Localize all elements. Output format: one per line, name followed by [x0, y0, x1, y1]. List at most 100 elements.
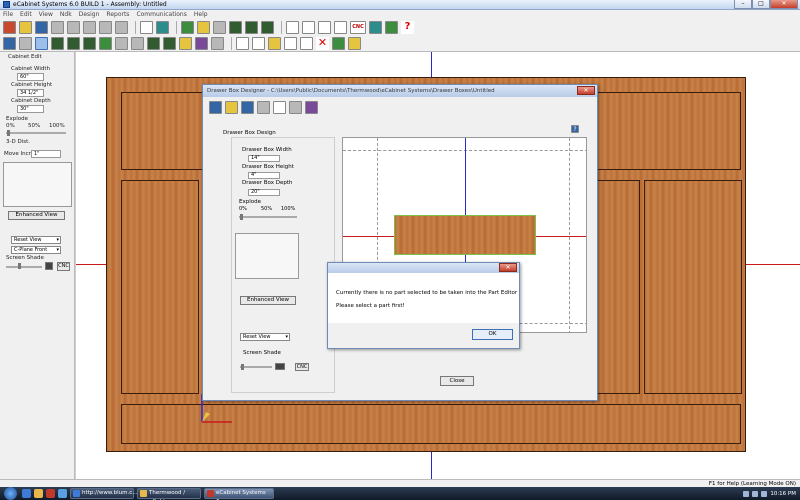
open-folder-icon[interactable]: [19, 21, 32, 34]
explorer-icon[interactable]: [34, 489, 43, 498]
message-close-button[interactable]: ✕: [499, 263, 517, 272]
print-icon[interactable]: [51, 21, 64, 34]
cnc-button[interactable]: CNC: [350, 21, 366, 34]
drawer-explode-slider[interactable]: [239, 216, 297, 218]
menu-ndk[interactable]: Ndk: [60, 11, 72, 18]
light-icon[interactable]: [197, 21, 210, 34]
zoom-icon[interactable]: [99, 21, 112, 34]
partition-icon[interactable]: [163, 37, 176, 50]
drawer-save-icon[interactable]: [241, 101, 254, 114]
cabinet-width-input[interactable]: 60": [17, 73, 44, 81]
flag-icon[interactable]: [761, 490, 768, 497]
start-button[interactable]: [4, 487, 17, 500]
drawer-enhanced-view-button[interactable]: Enhanced View: [240, 296, 296, 305]
shelf-icon[interactable]: [147, 37, 160, 50]
cnc-view-button[interactable]: CNC: [57, 262, 70, 271]
cplane-select[interactable]: C-Plane Front: [11, 246, 61, 254]
explode-slider-thumb[interactable]: [7, 130, 10, 136]
drawer-help-button[interactable]: ?: [571, 125, 579, 133]
home-icon[interactable]: [3, 21, 16, 34]
grid-icon[interactable]: [300, 37, 313, 50]
media-icon[interactable]: [46, 489, 55, 498]
back-icon[interactable]: [67, 21, 80, 34]
cutlist-icon[interactable]: [302, 21, 315, 34]
drawer-box-part[interactable]: [394, 215, 536, 255]
drawer-part-editor-icon[interactable]: [305, 101, 318, 114]
drawer-print-icon[interactable]: [257, 101, 270, 114]
report-icon[interactable]: [286, 21, 299, 34]
material-icon[interactable]: [181, 21, 194, 34]
move-incr-input[interactable]: 1": [31, 150, 61, 158]
desktop-icon[interactable]: [58, 489, 67, 498]
center-right-door-panel[interactable]: [596, 180, 640, 394]
drawer-new-icon[interactable]: [209, 101, 222, 114]
menu-reports[interactable]: Reports: [106, 11, 129, 18]
drawer-close-button[interactable]: Close: [440, 376, 474, 386]
message-ok-button[interactable]: OK: [472, 329, 513, 340]
network-icon[interactable]: [743, 490, 750, 497]
save-icon[interactable]: [35, 21, 48, 34]
cabinet-edit-icon[interactable]: [19, 37, 32, 50]
drawer-shade-thumb[interactable]: [241, 364, 244, 370]
dimension-icon[interactable]: [284, 37, 297, 50]
face-frame-icon[interactable]: [99, 37, 112, 50]
design-view-icon[interactable]: [3, 37, 16, 50]
drawer-dialog-close-button[interactable]: ✕: [577, 86, 595, 95]
menu-communications[interactable]: Communications: [136, 11, 186, 18]
menu-design[interactable]: Design: [79, 11, 100, 18]
edit-icon[interactable]: [213, 21, 226, 34]
transfer-icon[interactable]: [385, 21, 398, 34]
labels-icon[interactable]: [334, 21, 347, 34]
drawer-explode-thumb[interactable]: [240, 214, 243, 220]
calculator-icon[interactable]: [236, 37, 249, 50]
drawer-grid-icon[interactable]: [289, 101, 302, 114]
drawer-width-input[interactable]: 14": [248, 155, 280, 162]
reset-view-select[interactable]: Reset View: [11, 236, 61, 244]
left-door-panel[interactable]: [121, 180, 199, 394]
menu-edit[interactable]: Edit: [20, 11, 32, 18]
taskbar-item-thermwood[interactable]: Thermwood / eCabi...: [137, 488, 201, 500]
library-icon[interactable]: [140, 21, 153, 34]
maximize-button[interactable]: □: [752, 0, 770, 9]
drawer-cnc-button[interactable]: CNC: [295, 363, 309, 371]
help-icon[interactable]: ?: [401, 21, 414, 34]
cabinet-depth-input[interactable]: 30": [17, 105, 44, 113]
drawer-reset-view-select[interactable]: Reset View: [240, 333, 290, 341]
ie-icon[interactable]: [22, 489, 31, 498]
toe-kick-icon[interactable]: [211, 37, 224, 50]
pointer-icon[interactable]: [268, 37, 281, 50]
cabinet-height-input[interactable]: 34 1/2": [17, 89, 44, 97]
cabinet-list-icon[interactable]: [245, 21, 258, 34]
wall-cabinet-icon[interactable]: [67, 37, 80, 50]
explode-slider[interactable]: [6, 132, 66, 134]
refresh-icon[interactable]: [115, 21, 128, 34]
tall-cabinet-icon[interactable]: [83, 37, 96, 50]
menu-help[interactable]: Help: [194, 11, 208, 18]
undo-icon[interactable]: [156, 21, 169, 34]
taskbar-item-blum[interactable]: http://www.blum.c...: [70, 488, 137, 499]
monitor-icon[interactable]: [369, 21, 382, 34]
menu-file[interactable]: File: [3, 11, 13, 18]
door-icon[interactable]: [115, 37, 128, 50]
drawer-shade-slider[interactable]: [240, 366, 272, 368]
enhanced-view-button[interactable]: Enhanced View: [8, 211, 65, 220]
hardware-icon[interactable]: [179, 37, 192, 50]
base-cabinet-icon[interactable]: [51, 37, 64, 50]
taskbar-item-ecabinet[interactable]: eCabinet Systems 6...: [204, 488, 274, 500]
assembly-icon[interactable]: [261, 21, 274, 34]
drawer-height-input[interactable]: 4": [248, 172, 280, 179]
menu-view[interactable]: View: [39, 11, 53, 18]
table-icon[interactable]: [348, 37, 361, 50]
drawer-depth-input[interactable]: 20": [248, 189, 280, 196]
right-door-panel[interactable]: [644, 180, 742, 394]
screen-shade-slider[interactable]: [6, 266, 42, 268]
shade-color-swatch[interactable]: [45, 262, 53, 270]
cabinet-icon[interactable]: [229, 21, 242, 34]
volume-icon[interactable]: [752, 490, 759, 497]
drawer-calculator-icon[interactable]: [273, 101, 286, 114]
parts-icon[interactable]: [318, 21, 331, 34]
minimize-button[interactable]: –: [734, 0, 752, 9]
drawer-open-icon[interactable]: [225, 101, 238, 114]
screen-shade-thumb[interactable]: [18, 263, 21, 269]
line-tool-icon[interactable]: [252, 37, 265, 50]
